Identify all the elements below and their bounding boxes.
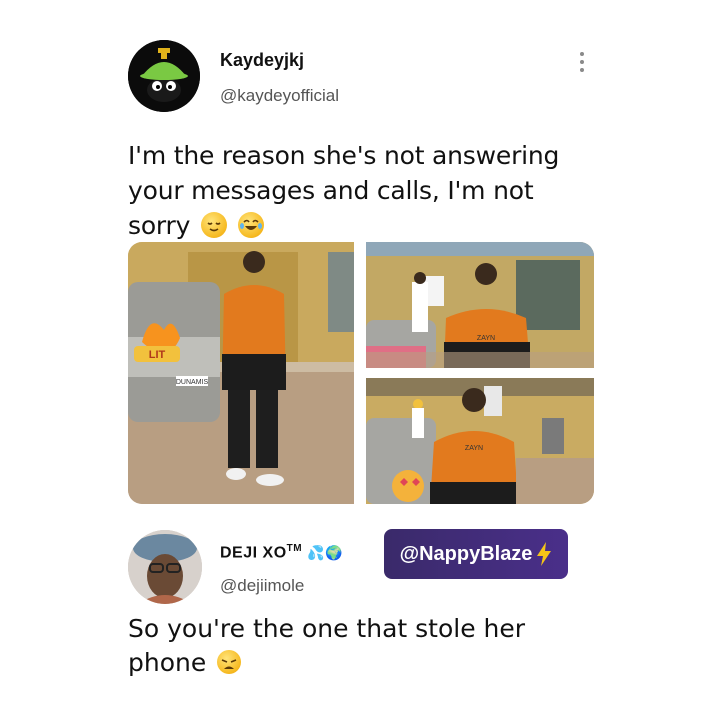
marvin-martian-icon: [128, 40, 200, 112]
reply-body: So you're the one that stole her phone: [128, 614, 526, 677]
reply-text: So you're the one that stole her phone: [128, 612, 588, 680]
car-plate-label: DUNAMIS: [176, 379, 209, 386]
tweet-media-grid[interactable]: LIT DUNAMIS ZAYN ZAYN: [128, 242, 594, 504]
hoodie-print-2: ZAYN: [477, 335, 495, 342]
more-options-icon[interactable]: [576, 52, 588, 74]
reply-handle[interactable]: @dejiimole: [220, 576, 304, 596]
tears-of-joy-emoji-icon: [237, 212, 264, 238]
hoodie-print-3: ZAYN: [465, 445, 483, 452]
watermark-badge: @NappyBlaze: [384, 529, 568, 579]
lightning-icon: [537, 542, 552, 566]
tweet-body: I'm the reason she's not answering your …: [128, 141, 560, 240]
photo-3[interactable]: ZAYN: [366, 378, 594, 504]
photo-2[interactable]: ZAYN: [366, 242, 594, 368]
lit-sticker-label: LIT: [149, 349, 166, 361]
photo-1[interactable]: LIT DUNAMIS: [128, 242, 354, 504]
reply-user-avatar[interactable]: [128, 530, 202, 604]
user-handle[interactable]: @kaydeyofficial: [220, 86, 339, 106]
user-avatar[interactable]: [128, 40, 200, 112]
weary-face-emoji-icon: [217, 650, 242, 674]
watermark-text: @NappyBlaze: [399, 542, 533, 565]
display-name[interactable]: Kaydeyjkj: [220, 50, 304, 71]
trademark-superscript: TM: [286, 543, 303, 554]
reply-name-text: DEJI XO: [220, 544, 287, 562]
relieved-face-emoji-icon: [200, 212, 227, 238]
reply-display-name[interactable]: DEJI XOTM 💦🌍: [220, 543, 343, 562]
tweet-text: I'm the reason she's not answering your …: [128, 138, 588, 243]
globe-icon: 🌍: [324, 544, 343, 561]
sweat-droplets-icon: 💦: [307, 544, 325, 561]
